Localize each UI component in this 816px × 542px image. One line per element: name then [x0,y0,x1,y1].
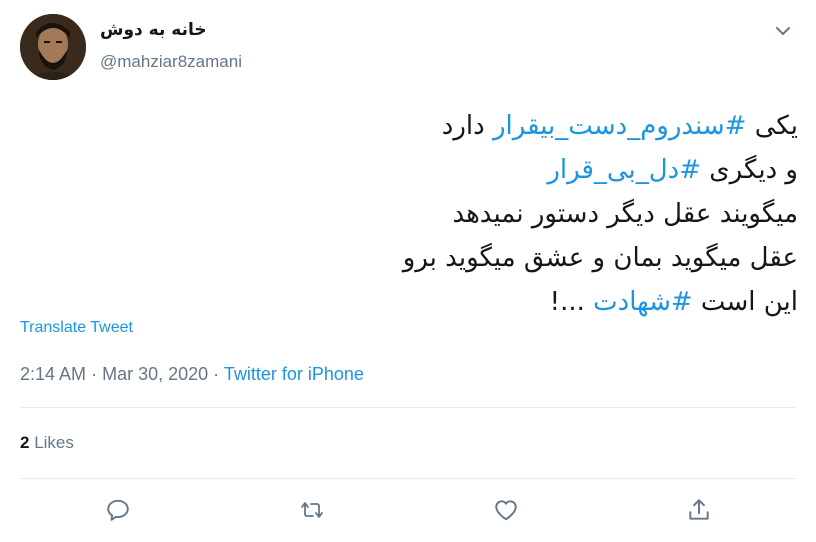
meta-separator: · [213,364,220,384]
tweet-text-line: این است #شهادت ...! [98,280,798,324]
tweet-text-segment: ...! [549,287,594,317]
tweet-time[interactable]: 2:14 AM [20,364,86,384]
tweet-text-line: و دیگری #دل_بی_قرار [98,148,798,192]
divider [20,407,796,408]
retweet-icon[interactable] [297,495,327,525]
tweet-text-segment: یکی [746,111,798,141]
translate-tweet-link[interactable]: Translate Tweet [20,319,133,337]
user-handle[interactable]: @mahziar8zamani [100,52,242,72]
tweet-text-segment: و دیگری [701,155,798,185]
tweet-source-link[interactable]: Twitter for iPhone [224,364,364,384]
chevron-down-icon[interactable] [774,22,792,40]
tweet-date[interactable]: Mar 30, 2020 [102,364,208,384]
tweet-text-line: یکی #سندروم_دست_بیقرار دارد [98,104,798,148]
likes-summary[interactable]: 2 Likes [20,433,74,453]
tweet-text-line: عقل میگوید بمان و عشق میگوید برو [98,236,798,280]
hashtag-link[interactable]: #دل_بی_قرار [547,155,701,185]
tweet-text-segment: این است [692,287,798,317]
display-name[interactable]: خانه به دوش [100,20,207,40]
likes-label: Likes [34,433,74,452]
tweet-text-segment: عقل میگوید بمان و عشق میگوید برو [402,243,798,273]
divider [20,478,796,479]
tweet-text-line: میگویند عقل دیگر دستور نمیدهد [98,192,798,236]
meta-separator: · [91,364,98,384]
share-icon[interactable] [684,495,714,525]
heart-icon[interactable] [491,495,521,525]
tweet-text-segment: دارد [441,111,493,141]
tweet-meta: 2:14 AM · Mar 30, 2020 · Twitter for iPh… [20,364,364,385]
avatar[interactable] [20,14,86,80]
tweet-text-segment: میگویند عقل دیگر دستور نمیدهد [452,199,798,229]
hashtag-link[interactable]: #شهادت [593,287,693,317]
likes-count: 2 [20,433,30,452]
hashtag-link[interactable]: #سندروم_دست_بیقرار [493,111,747,141]
reply-icon[interactable] [103,495,133,525]
tweet-text: یکی #سندروم_دست_بیقرار دارد و دیگری #دل_ب… [98,104,798,324]
